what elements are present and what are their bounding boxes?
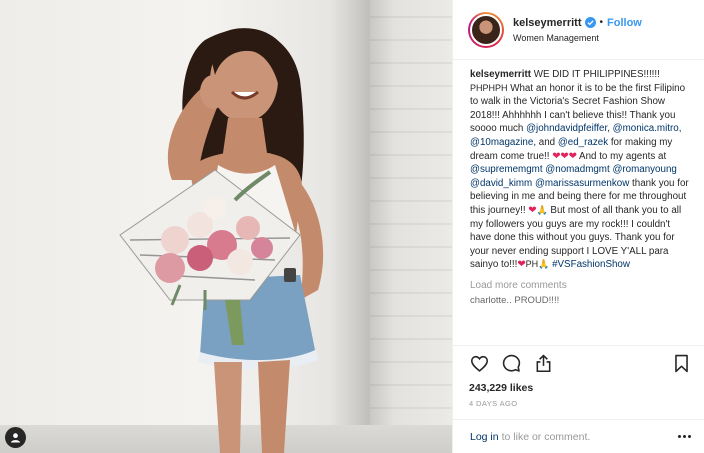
header-text: kelseymerritt • Follow Women Management xyxy=(513,17,642,43)
tagged-user-icon[interactable] xyxy=(5,427,26,448)
comment-bar: Log in to like or comment. xyxy=(453,419,704,453)
caption-part: And to my agents at xyxy=(576,150,667,162)
caption-author[interactable]: kelseymerritt xyxy=(470,69,531,80)
header-top-row: kelseymerritt • Follow xyxy=(513,17,642,29)
verified-badge-icon xyxy=(584,17,596,28)
post-header: kelseymerritt • Follow Women Management xyxy=(453,0,704,60)
woman-with-flowers-illustration xyxy=(119,28,324,453)
mention-link[interactable]: @monica.mitro xyxy=(613,123,679,134)
mention-link[interactable]: @david_kimm xyxy=(470,178,532,189)
mention-link[interactable]: @johndavidpfeiffer xyxy=(526,123,607,134)
mention-link[interactable]: @romanyoung xyxy=(612,164,676,175)
ph-flag-emoji: PHPHPH xyxy=(470,82,508,93)
mention-link[interactable]: @10magazine xyxy=(470,137,533,148)
header-separator: • xyxy=(599,17,604,28)
partial-comment: charlotte.. PROUD!!!! xyxy=(470,294,560,306)
profile-avatar[interactable] xyxy=(468,11,504,48)
post-actions: 243,229 likes 4 DAYS AGO xyxy=(453,345,704,419)
share-upload-icon[interactable] xyxy=(533,353,553,373)
follow-button[interactable]: Follow xyxy=(607,17,642,29)
comments-area[interactable]: kelseymerritt WE DID IT PHILIPPINES!!!!!… xyxy=(453,61,704,345)
action-icons-row xyxy=(469,352,691,374)
caption-part: WE DID IT PHILIPPINES!!!!!! xyxy=(531,69,660,80)
author-username[interactable]: kelseymerritt xyxy=(513,17,582,29)
pray-emoji: 🙏 xyxy=(538,259,550,270)
heart-emoji: ❤❤❤ xyxy=(552,150,577,162)
mention-link[interactable]: @ed_razek xyxy=(558,137,608,148)
login-link[interactable]: Log in xyxy=(470,431,499,443)
post-location[interactable]: Women Management xyxy=(513,33,642,43)
avatar-image xyxy=(470,13,502,46)
login-prompt-text: to like or comment. xyxy=(501,430,591,443)
comment-bubble-icon[interactable] xyxy=(501,353,521,373)
load-more-comments-button[interactable]: Load more comments xyxy=(470,280,693,291)
caption-part: , and xyxy=(533,136,558,148)
hashtag-link[interactable]: #VSFashionShow xyxy=(552,259,630,270)
mention-link[interactable]: @nomadmgmt xyxy=(545,164,609,175)
more-options-icon[interactable] xyxy=(678,435,691,438)
heart-emoji: ❤ xyxy=(517,259,526,271)
bookmark-icon[interactable] xyxy=(671,353,691,373)
caption-text: kelseymerritt WE DID IT PHILIPPINES!!!!!… xyxy=(470,68,693,272)
post-timestamp[interactable]: 4 DAYS AGO xyxy=(469,399,691,408)
mention-link[interactable]: @suprememgmt xyxy=(470,164,543,175)
post-side-panel: kelseymerritt • Follow Women Management … xyxy=(452,0,704,453)
pray-emoji: 🙏 xyxy=(536,204,548,215)
like-heart-icon[interactable] xyxy=(469,353,489,373)
post-photo[interactable] xyxy=(0,0,452,453)
likes-count[interactable]: 243,229 likes xyxy=(469,382,691,394)
mention-link[interactable]: @marissasurmenkow xyxy=(535,178,629,189)
caption-part: , xyxy=(678,123,682,135)
ph-flag-emoji: PH xyxy=(525,259,539,270)
